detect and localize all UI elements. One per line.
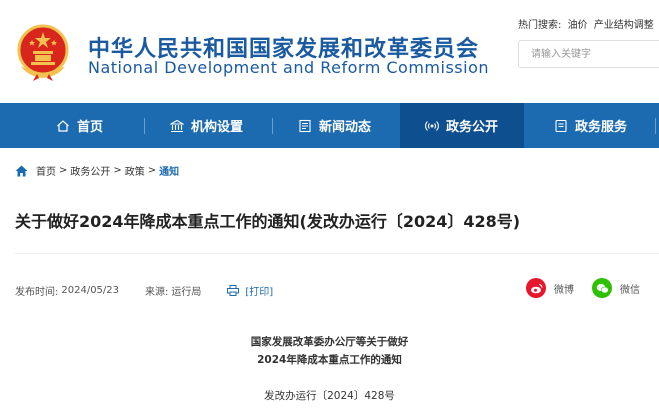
source-label: 来源: bbox=[145, 287, 169, 298]
national-emblem-icon[interactable] bbox=[13, 22, 73, 82]
institution-icon bbox=[170, 119, 184, 133]
printer-icon bbox=[227, 285, 240, 296]
print-label: [打印] bbox=[245, 287, 274, 298]
home-icon bbox=[56, 119, 70, 133]
search-input[interactable] bbox=[519, 41, 659, 67]
nav-item-label: 机构设置 bbox=[191, 120, 244, 135]
nav-item-services[interactable]: 政务服务 bbox=[554, 103, 627, 148]
news-icon bbox=[298, 119, 312, 133]
doc-heading-line1: 国家发展改革委办公厅等关于做好 bbox=[250, 336, 409, 348]
breadcrumb-separator: > bbox=[59, 165, 68, 176]
nav-item-gov-affairs[interactable]: 政务公开 bbox=[400, 103, 524, 148]
breadcrumb-link-gov-affairs[interactable]: 政务公开 bbox=[70, 163, 110, 178]
hot-search-label: 热门搜索: bbox=[518, 20, 562, 31]
nav-item-label: 首页 bbox=[77, 120, 104, 135]
home-icon[interactable] bbox=[15, 165, 28, 177]
doc-heading-line2: 2024年降成本重点工作的通知 bbox=[257, 354, 402, 366]
breadcrumb-separator: > bbox=[147, 165, 157, 176]
publish-date: 2024/05/23 bbox=[61, 285, 120, 296]
breadcrumb-current[interactable]: 通知 bbox=[159, 163, 179, 178]
nav-item-label: 政务公开 bbox=[446, 120, 499, 135]
article-meta: 发布时间: 2024/05/23 来源: 运行局 [打印] bbox=[15, 283, 273, 298]
breadcrumb-link-home[interactable]: 首页 bbox=[36, 163, 56, 178]
wechat-icon bbox=[592, 278, 612, 298]
nav-item-label: 政务服务 bbox=[575, 120, 628, 135]
print-button[interactable]: [打印] bbox=[227, 283, 273, 298]
hot-search: 热门搜索: 油价 产业结构调整 bbox=[518, 16, 654, 31]
share-weibo-button[interactable]: 微博 bbox=[526, 278, 574, 298]
weibo-icon bbox=[526, 278, 546, 298]
broadcast-icon bbox=[425, 119, 439, 133]
site-header: 中华人民共和国国家发展和改革委员会 National Development a… bbox=[0, 0, 659, 103]
nav-item-news[interactable]: 新闻动态 bbox=[298, 103, 371, 148]
hot-search-keyword[interactable]: 产业结构调整 bbox=[594, 20, 654, 31]
service-icon bbox=[554, 119, 568, 133]
share-wechat-button[interactable]: 微信 bbox=[592, 278, 640, 298]
site-title-en[interactable]: National Development and Reform Commissi… bbox=[88, 58, 489, 77]
nav-item-home[interactable]: 首页 bbox=[56, 103, 103, 148]
main-nav: 首页 机构设置 新闻动态 政务公开 政务服务 bbox=[0, 103, 659, 148]
search-box bbox=[518, 40, 659, 68]
share-weibo-label: 微博 bbox=[554, 284, 574, 296]
divider bbox=[15, 253, 659, 254]
source-value: 运行局 bbox=[171, 287, 202, 298]
hot-search-keyword[interactable]: 油价 bbox=[568, 20, 588, 31]
nav-separator bbox=[655, 118, 656, 134]
breadcrumb: 首页 > 政务公开 > 政策 > 通知 bbox=[15, 163, 179, 178]
doc-number: 发改办运行〔2024〕428号 bbox=[264, 390, 395, 402]
breadcrumb-link-policy[interactable]: 政策 bbox=[125, 163, 145, 178]
publish-label: 发布时间: bbox=[15, 287, 59, 298]
article-title: 关于做好2024年降成本重点工作的通知(发改办运行〔2024〕428号) bbox=[15, 212, 521, 231]
nav-separator bbox=[272, 118, 273, 134]
share-wechat-label: 微信 bbox=[620, 284, 640, 296]
nav-separator bbox=[144, 118, 145, 134]
nav-item-label: 新闻动态 bbox=[319, 120, 372, 135]
nav-item-institution[interactable]: 机构设置 bbox=[170, 103, 243, 148]
breadcrumb-separator: > bbox=[113, 165, 122, 176]
